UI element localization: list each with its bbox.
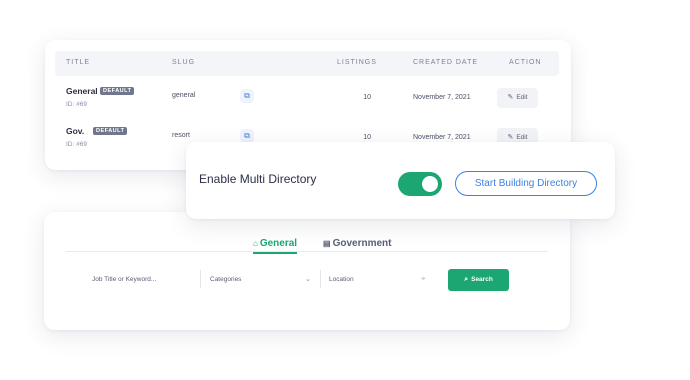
header-created-date: CREATED DATE bbox=[413, 59, 479, 66]
tab-general-label: General bbox=[259, 238, 298, 249]
keyword-input[interactable]: Job Title or Keyword... bbox=[92, 276, 156, 283]
edit-button-label: Edit bbox=[516, 94, 528, 101]
table-row: General DEFAULT ID: #69 general ⧉ 10 Nov… bbox=[45, 80, 571, 120]
tab-government-label: Government bbox=[332, 238, 392, 249]
field-separator bbox=[200, 270, 201, 288]
created-date: November 7, 2021 bbox=[413, 94, 471, 101]
search-icon: ⌕ bbox=[464, 276, 469, 283]
multi-directory-card: Enable Multi Directory Start Building Di… bbox=[186, 142, 615, 219]
edit-button-label: Edit bbox=[516, 134, 528, 141]
header-action: ACTION bbox=[509, 59, 542, 66]
directory-name: Gov. bbox=[66, 126, 85, 136]
search-button-label: Search bbox=[471, 276, 493, 283]
field-separator bbox=[320, 270, 321, 288]
listings-count: 10 bbox=[363, 94, 371, 101]
directory-id: ID: #69 bbox=[66, 141, 87, 148]
header-listings: LISTINGS bbox=[337, 59, 377, 66]
category-select[interactable]: Categories bbox=[210, 276, 241, 283]
tabs-divider bbox=[66, 251, 548, 252]
header-title: TITLE bbox=[66, 59, 91, 66]
copy-icon[interactable]: ⧉ bbox=[240, 129, 254, 143]
header-slug: SLUG bbox=[172, 59, 196, 66]
multi-directory-label: Enable Multi Directory bbox=[199, 172, 317, 186]
edit-icon: ✎ bbox=[507, 134, 514, 141]
toggle-knob bbox=[422, 176, 438, 192]
search-form-card: ⌂ General ▤ Government Job Title or Keywor… bbox=[44, 212, 570, 330]
directory-name: General bbox=[66, 86, 98, 96]
default-badge: DEFAULT bbox=[93, 127, 128, 135]
home-icon: ⌂ bbox=[253, 239, 258, 248]
locate-icon[interactable]: ⌖ bbox=[421, 274, 426, 284]
table-header: TITLE SLUG LISTINGS CREATED DATE ACTION bbox=[55, 51, 559, 76]
directory-id: ID: #69 bbox=[66, 101, 87, 108]
default-badge: DEFAULT bbox=[100, 87, 135, 95]
created-date: November 7, 2021 bbox=[413, 134, 471, 141]
tab-government[interactable]: ▤ Government bbox=[323, 238, 391, 252]
multi-directory-toggle[interactable] bbox=[398, 172, 442, 196]
edit-icon: ✎ bbox=[507, 94, 514, 101]
edit-button[interactable]: ✎ Edit bbox=[497, 88, 538, 108]
search-button[interactable]: ⌕ Search bbox=[448, 269, 509, 291]
listings-count: 10 bbox=[363, 134, 371, 141]
chevron-down-icon: ⌄ bbox=[305, 276, 311, 283]
building-icon: ▤ bbox=[323, 239, 331, 248]
start-building-directory-button[interactable]: Start Building Directory bbox=[455, 171, 597, 196]
copy-icon[interactable]: ⧉ bbox=[240, 89, 254, 103]
directory-slug: general bbox=[172, 92, 196, 99]
directory-slug: resort bbox=[172, 132, 190, 139]
location-input[interactable]: Location bbox=[329, 276, 354, 283]
